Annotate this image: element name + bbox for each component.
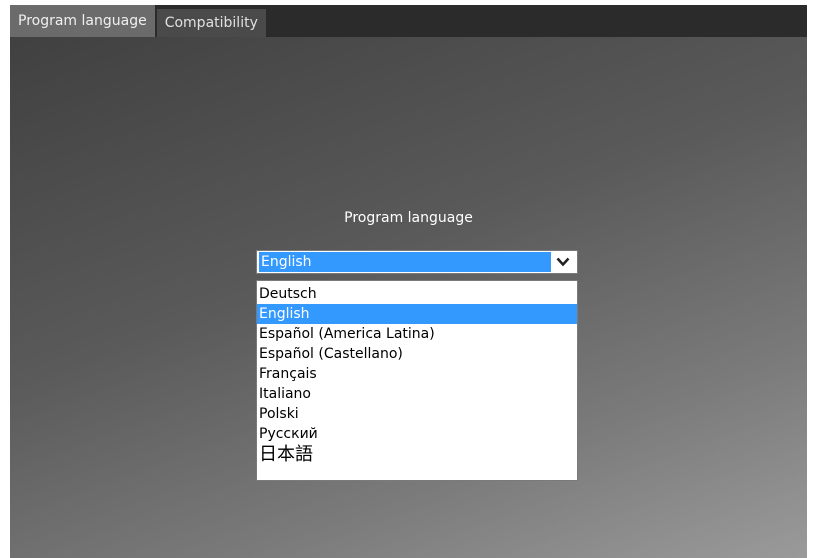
language-select[interactable]: English — [256, 250, 578, 274]
program-language-label: Program language — [344, 210, 473, 226]
language-dropdown-list: Deutsch English Español (America Latina)… — [256, 280, 578, 481]
option-english[interactable]: English — [257, 304, 577, 324]
tab-bar: Program language Compatibility — [10, 5, 807, 37]
option-japanese[interactable]: 日本語 — [257, 444, 577, 468]
option-italiano[interactable]: Italiano — [257, 384, 577, 404]
option-francais[interactable]: Français — [257, 364, 577, 384]
option-espanol-america-latina[interactable]: Español (America Latina) — [257, 324, 577, 344]
option-espanol-castellano[interactable]: Español (Castellano) — [257, 344, 577, 364]
tab-program-language[interactable]: Program language — [10, 5, 155, 37]
option-deutsch[interactable]: Deutsch — [257, 284, 577, 304]
option-polski[interactable]: Polski — [257, 404, 577, 424]
settings-window: Program language Compatibility Program l… — [10, 5, 807, 558]
option-russian[interactable]: Русский — [257, 424, 577, 444]
tab-compatibility[interactable]: Compatibility — [156, 9, 266, 37]
language-select-value: English — [259, 252, 551, 272]
chevron-down-icon[interactable] — [551, 251, 575, 273]
